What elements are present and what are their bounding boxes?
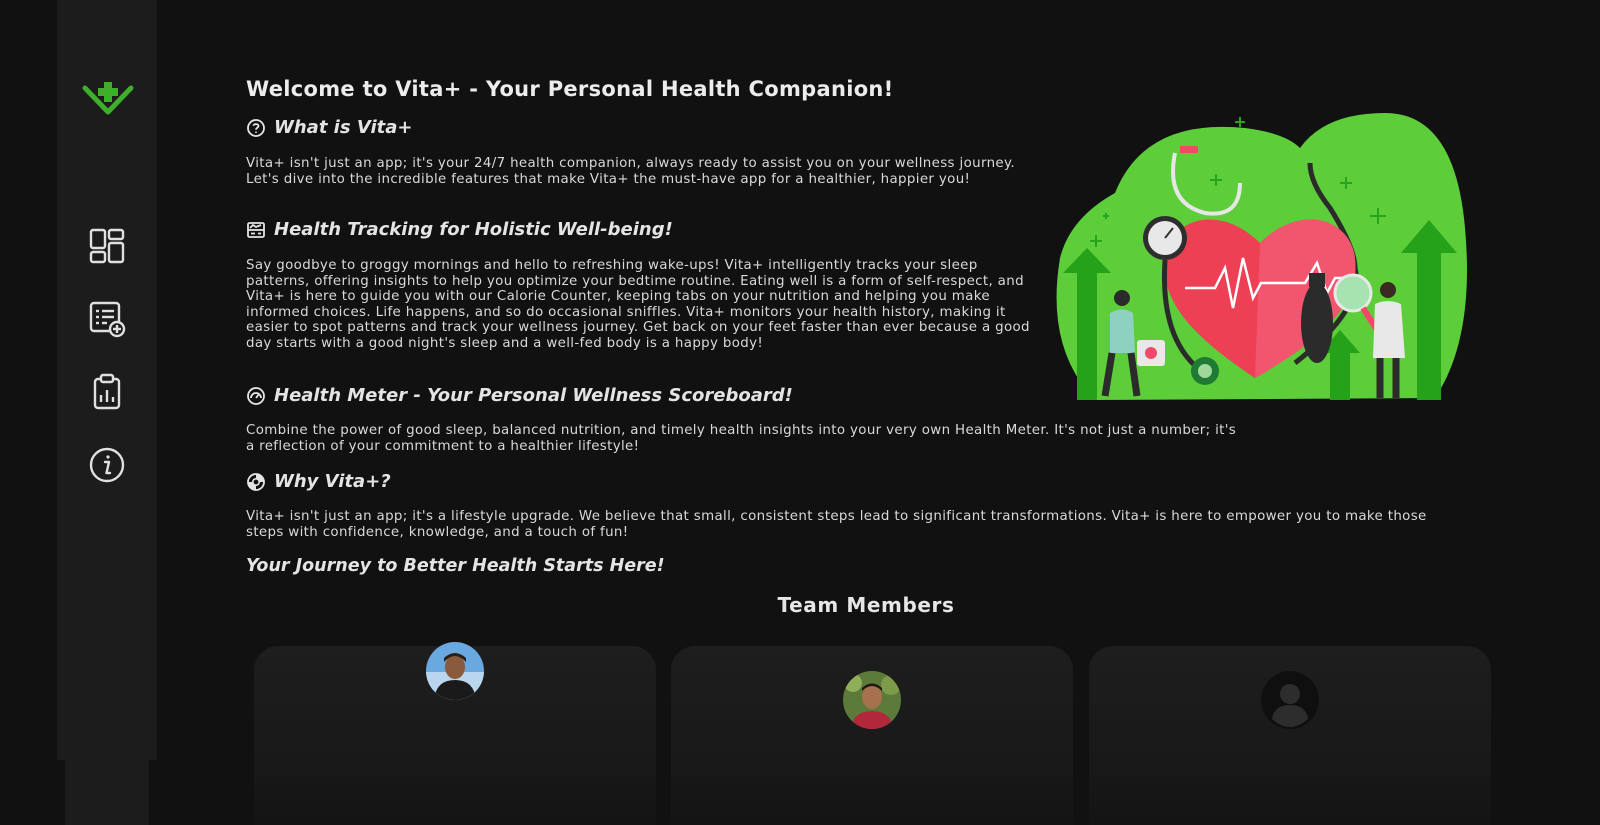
info-icon[interactable] [87, 445, 127, 485]
section-heading-why-vita: Why Vita+? [246, 471, 391, 492]
member-photo-2 [843, 671, 901, 729]
default-user-avatar-icon [1261, 671, 1319, 729]
team-title: Team Members [777, 593, 955, 617]
team-member-card[interactable] [254, 642, 656, 825]
add-log-icon[interactable] [87, 299, 127, 339]
section-text: Combine the power of good sleep, balance… [246, 423, 1237, 454]
section-heading-text: Health Meter - Your Personal Wellness Sc… [274, 385, 793, 406]
gauge-icon [246, 386, 266, 406]
section-heading-health-meter: Health Meter - Your Personal Wellness Sc… [246, 385, 793, 406]
section-heading-health-tracking: Health Tracking for Holistic Well-being! [246, 219, 673, 240]
section-heading-text: Health Tracking for Holistic Well-being! [274, 219, 673, 240]
sidebar-edge [149, 760, 157, 825]
sidebar-edge [57, 760, 65, 825]
health-heart-stethoscope-illustration [1055, 108, 1475, 413]
vita-plus-logo-icon[interactable] [82, 80, 134, 122]
member-photo-1 [426, 642, 484, 700]
lifebuoy-icon [246, 472, 266, 492]
section-heading-what-is: What is Vita+ [246, 117, 412, 138]
dashboard-icon[interactable] [87, 226, 127, 266]
closing-heading: Your Journey to Better Health Starts Her… [246, 556, 665, 576]
section-heading-text: What is Vita+ [274, 117, 413, 138]
section-heading-text: Why Vita+? [274, 471, 391, 492]
tracking-chart-icon [246, 220, 266, 240]
team-member-card[interactable] [671, 646, 1073, 825]
question-circle-icon [246, 118, 266, 138]
sidebar [57, 0, 157, 825]
section-text: Vita+ isn't just an app; it's your 24/7 … [246, 156, 1015, 187]
page-title: Welcome to Vita+ - Your Personal Health … [246, 77, 894, 101]
report-clipboard-icon[interactable] [87, 372, 127, 412]
team-member-card[interactable] [1089, 646, 1491, 825]
section-text: Vita+ isn't just an app; it's a lifestyl… [246, 509, 1427, 540]
section-text: Say goodbye to groggy mornings and hello… [246, 258, 1030, 351]
